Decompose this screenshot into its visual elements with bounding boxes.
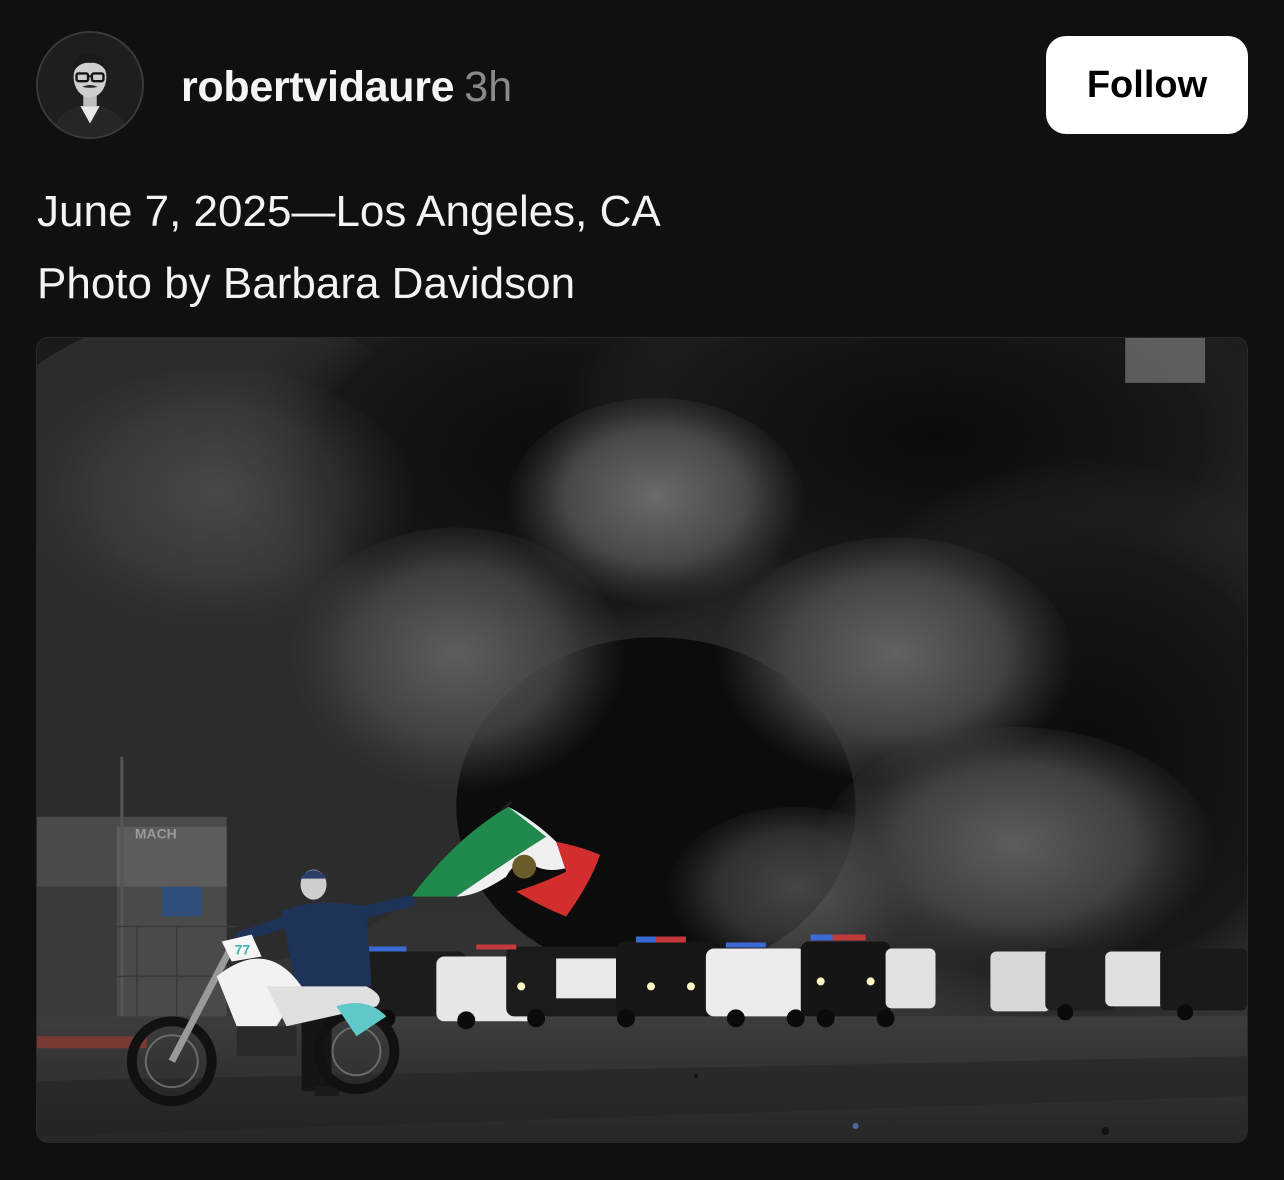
username[interactable]: robertvidaure — [181, 63, 455, 111]
author-line: robertvidaure 3h — [181, 64, 512, 110]
post-photo[interactable]: MACH 77 — [36, 337, 1248, 1143]
person-avatar-icon — [38, 33, 142, 137]
post-timestamp: 3h — [464, 63, 513, 111]
follow-button[interactable]: Follow — [1046, 36, 1248, 134]
bike-number-plate: 77 — [235, 941, 251, 957]
post-header: robertvidaure 3h Follow — [36, 31, 1248, 139]
thread-post: robertvidaure 3h Follow June 7, 2025—Los … — [0, 0, 1284, 1180]
caption-line-date-location: June 7, 2025—Los Angeles, CA — [37, 187, 661, 236]
protest-photo-image: MACH 77 — [37, 338, 1247, 1142]
post-caption: June 7, 2025—Los Angeles, CA Photo by Ba… — [37, 176, 661, 320]
storefront-sign: MACH — [135, 826, 177, 842]
caption-line-photo-credit: Photo by Barbara Davidson — [37, 259, 576, 308]
avatar[interactable] — [36, 31, 144, 139]
